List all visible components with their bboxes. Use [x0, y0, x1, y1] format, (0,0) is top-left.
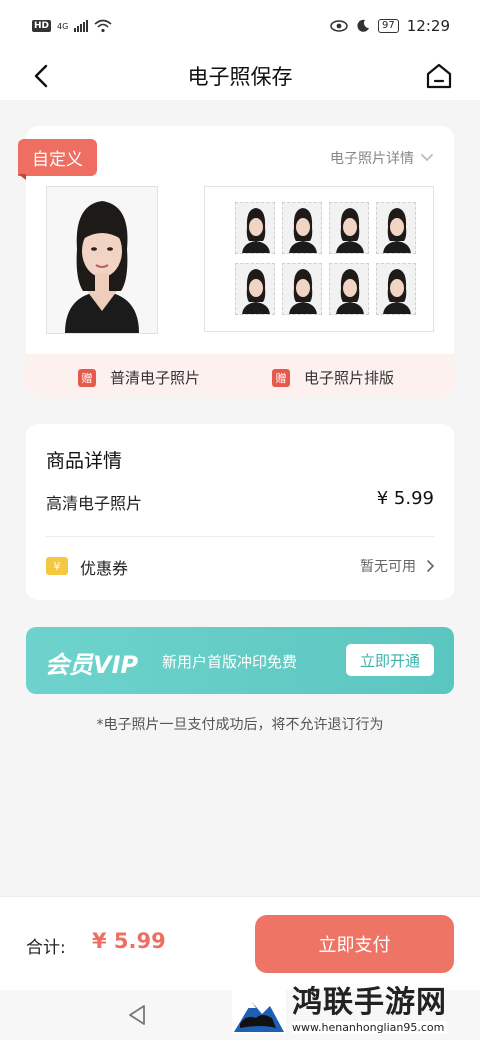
vip-open-button[interactable]: 立即开通: [345, 644, 434, 676]
battery-level: 97: [378, 19, 399, 33]
tag-fold: [18, 174, 26, 180]
photo-card: 自定义 电子照片详情 赠 普清电子照片 赠 电子照片排版: [18, 126, 454, 398]
signal-icon: [74, 20, 89, 32]
coupon-icon: ¥: [46, 557, 68, 575]
chevron-right-icon: [427, 560, 434, 572]
hd-badge: HD: [32, 20, 52, 32]
gift-row: 赠 普清电子照片 赠 电子照片排版: [26, 354, 454, 398]
coupon-status: 暂无可用: [360, 559, 416, 575]
status-right: 97 12:29: [330, 17, 450, 35]
status-left: HD 4G: [32, 19, 112, 33]
page-title: 电子照保存: [187, 65, 293, 89]
total-label: 合计:: [26, 938, 66, 958]
eye-icon: [330, 20, 348, 32]
divider: [46, 536, 434, 537]
total-amount: ¥ 5.99: [92, 929, 166, 953]
mini-photo: [235, 263, 275, 315]
status-bar: HD 4G 97 12:29: [0, 0, 480, 52]
vip-banner[interactable]: 会员VIP 新用户首版冲印免费 立即开通: [26, 627, 454, 694]
portrait-image: [47, 187, 157, 333]
watermark-text: 鸿联手游网 www.henanhonglian95.com: [292, 985, 447, 1034]
id-photo-preview: [46, 186, 158, 334]
mini-photo: [376, 202, 416, 254]
photo-detail-label: 电子照片详情: [330, 151, 414, 167]
pay-button[interactable]: 立即支付: [255, 915, 454, 973]
gift-label: 电子照片排版: [304, 369, 395, 387]
gift-badge: 赠: [272, 368, 290, 387]
watermark-logo-icon: [232, 984, 286, 1034]
photo-layout-sheet: [204, 186, 434, 332]
mini-photo: [282, 263, 322, 315]
photo-detail-link[interactable]: 电子照片详情: [330, 148, 434, 168]
gift-badge: 赠: [78, 368, 96, 387]
watermark-name: 鸿联手游网: [292, 984, 447, 1020]
goods-item-name: 高清电子照片: [46, 494, 143, 513]
goods-title: 商品详情: [46, 450, 123, 472]
refund-notice: *电子照片一旦支付成功后，将不允许退订行为: [96, 717, 384, 733]
checkout-bar: 合计: ¥ 5.99 立即支付: [0, 896, 480, 990]
gift-item-standard: 赠 普清电子照片: [78, 367, 200, 388]
coupon-selector[interactable]: 暂无可用: [360, 556, 434, 576]
chevron-down-icon: [421, 154, 433, 162]
mini-photo: [376, 263, 416, 315]
mini-photo: [329, 263, 369, 315]
gift-label: 普清电子照片: [110, 369, 201, 387]
vip-description: 新用户首版冲印免费: [162, 653, 298, 671]
watermark-url: www.henanhonglian95.com: [292, 1020, 447, 1034]
coupon-label: 优惠券: [80, 559, 129, 578]
mini-photo: [235, 202, 275, 254]
mini-photo: [329, 202, 369, 254]
moon-icon: [357, 19, 370, 32]
network-type: 4G: [57, 21, 69, 31]
clock: 12:29: [406, 17, 450, 35]
chevron-left-icon[interactable]: [28, 62, 56, 90]
goods-item-price: ¥ 5.99: [376, 488, 434, 509]
gift-item-layout: 赠 电子照片排版: [272, 367, 394, 388]
custom-tag: 自定义: [18, 139, 97, 176]
wifi-icon: [94, 19, 112, 33]
vip-title: 会员VIP: [45, 651, 139, 679]
back-triangle-icon[interactable]: [126, 1003, 148, 1027]
home-icon[interactable]: [424, 61, 454, 91]
watermark: 鸿联手游网 www.henanhonglian95.com: [232, 982, 472, 1036]
photo-grid: [235, 202, 416, 315]
goods-card: 商品详情 高清电子照片 ¥ 5.99 ¥ 优惠券 暂无可用: [26, 424, 454, 600]
mini-photo: [282, 202, 322, 254]
nav-bar: 电子照保存: [0, 52, 480, 100]
